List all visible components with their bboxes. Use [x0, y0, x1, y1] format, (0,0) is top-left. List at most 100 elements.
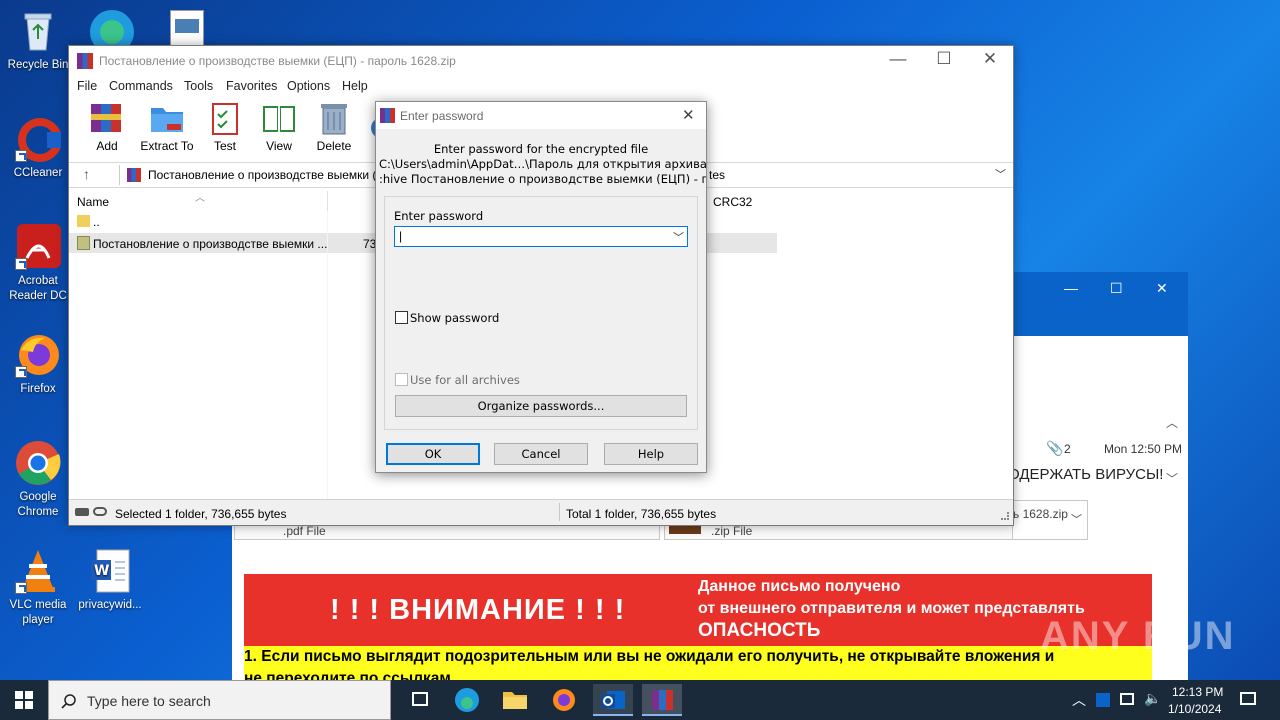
add-button[interactable]: Add — [77, 100, 137, 153]
network-icon[interactable] — [1120, 693, 1134, 705]
archive-icon — [127, 168, 141, 182]
up-arrow-icon[interactable]: ↑ — [83, 166, 90, 182]
extract-to-label: Extract To — [140, 139, 194, 153]
desktop-icon-label: CCleaner — [13, 167, 63, 179]
menu-file[interactable]: File — [77, 79, 97, 93]
vlc-icon — [15, 548, 61, 594]
firefox-taskbar-icon[interactable] — [544, 684, 584, 716]
show-password-label[interactable]: Show password — [410, 311, 499, 325]
acrobat-icon — [15, 224, 61, 270]
close-icon[interactable]: ✕ — [967, 49, 1013, 69]
folder-icon — [77, 215, 90, 227]
outlook-tray-icon[interactable] — [1096, 693, 1110, 707]
outlook-title-bar[interactable]: — ☐ ✕ — [1012, 272, 1188, 336]
clipboard-check-icon — [207, 100, 243, 136]
use-for-all-archives-label[interactable]: Use for all archives — [410, 373, 520, 387]
notifications-icon[interactable] — [1240, 692, 1256, 705]
start-button[interactable] — [0, 680, 48, 720]
chevron-down-icon[interactable]: ﹀ — [1071, 511, 1082, 527]
help-button[interactable]: Help — [604, 443, 698, 465]
resize-grip-icon[interactable] — [1001, 512, 1009, 520]
desktop-icon-ccleaner[interactable]: CCleaner — [0, 116, 76, 181]
column-crc32[interactable]: CRC32 — [713, 195, 752, 209]
svg-text:W: W — [94, 563, 109, 579]
dialog-title-bar[interactable]: Enter password ✕ — [376, 102, 706, 129]
organize-passwords-button[interactable]: Organize passwords... — [395, 395, 687, 417]
desktop-icon-label: VLC media player — [9, 599, 67, 626]
desktop-icon-word-doc[interactable]: W privacywid... — [72, 548, 148, 613]
password-input-value: | — [399, 229, 403, 243]
password-file-path: C:\Users\admin\AppDat…\Пароль для открыт… — [379, 157, 709, 171]
winrar-title-bar[interactable]: Постановление о производстве выемки (ЕЦП… — [69, 46, 1013, 76]
chevron-down-icon[interactable]: ﹀ — [995, 166, 1006, 182]
edge-taskbar-icon[interactable] — [447, 684, 487, 716]
menu-favorites[interactable]: Favorites — [226, 79, 277, 93]
menu-commands[interactable]: Commands — [109, 79, 173, 93]
view-button[interactable]: View — [249, 100, 309, 153]
list-item-name: .. — [93, 215, 100, 229]
enter-password-dialog[interactable]: Enter password ✕ Enter password for the … — [375, 101, 709, 473]
external-sender-warning: ! ! ! ВНИМАНИЕ ! ! ! Данное письмо получ… — [244, 574, 1152, 692]
warning-title: ! ! ! ВНИМАНИЕ ! ! ! — [330, 594, 626, 626]
list-item-name: Постановление о производстве выемки ... — [93, 237, 328, 251]
delete-button[interactable]: Delete — [304, 100, 364, 153]
password-input[interactable]: | ﹀ — [394, 226, 688, 247]
taskbar: Type here to search ︿ 🔈 12:13 PM 1/10/20… — [0, 680, 1280, 720]
collapse-ribbon-icon[interactable]: ︿ — [1166, 414, 1178, 431]
desktop-icon-label: Firefox — [20, 383, 56, 395]
volume-icon[interactable]: 🔈 — [1144, 690, 1161, 707]
attachment-type: .pdf File — [283, 524, 326, 538]
attachment-name: ь 1628.zip — [1013, 507, 1068, 521]
clock-date[interactable]: 1/10/2024 — [1168, 702, 1221, 716]
expand-header-icon[interactable]: ﹀ — [1166, 470, 1178, 487]
desktop-icon-firefox[interactable]: Firefox — [0, 332, 76, 397]
desktop-icon-recycle-bin[interactable]: Recycle Bin — [0, 8, 76, 73]
menu-help[interactable]: Help — [342, 79, 368, 93]
desktop-icon-acrobat[interactable]: Acrobat Reader DC — [0, 224, 76, 304]
close-icon[interactable]: ✕ — [682, 106, 695, 124]
desktop-icon-chrome[interactable]: Google Chrome — [0, 440, 76, 520]
show-password-checkbox[interactable] — [395, 311, 408, 324]
status-divider — [559, 503, 560, 521]
minimize-icon[interactable]: — — [1064, 280, 1078, 296]
drive-icon — [75, 508, 89, 516]
warning-rule-1: 1. Если письмо выглядит подозрительным и… — [244, 648, 1055, 665]
warning-red-banner: ! ! ! ВНИМАНИЕ ! ! ! Данное письмо получ… — [244, 574, 1152, 646]
attachment-zip-name[interactable]: ь 1628.zip ﹀ — [1012, 500, 1088, 540]
list-item[interactable]: .. — [69, 211, 327, 231]
menu-options[interactable]: Options — [287, 79, 330, 93]
key-icon — [93, 507, 107, 516]
show-hidden-icons[interactable]: ︿ — [1072, 690, 1086, 710]
column-name[interactable]: Name — [77, 195, 109, 209]
close-icon[interactable]: ✕ — [1156, 280, 1168, 297]
message-time: Mon 12:50 PM — [1104, 442, 1183, 456]
edge-desktop-icon[interactable] — [88, 6, 136, 54]
address-path: Постановление о производстве выемки ( — [148, 168, 377, 182]
extract-to-button[interactable]: Extract To — [135, 100, 199, 153]
status-selected: Selected 1 folder, 736,655 bytes — [115, 507, 287, 521]
maximize-icon[interactable]: ☐ — [921, 49, 967, 69]
test-button[interactable]: Test — [195, 100, 255, 153]
add-label: Add — [96, 139, 118, 153]
winrar-taskbar-icon[interactable] — [642, 684, 682, 716]
address-path-suffix: tes — [709, 168, 726, 182]
chevron-down-icon[interactable]: ﹀ — [673, 229, 684, 245]
cancel-button[interactable]: Cancel — [494, 443, 588, 465]
desktop-icon-vlc[interactable]: VLC media player — [0, 548, 76, 628]
use-for-all-archives-checkbox[interactable] — [395, 373, 408, 386]
ok-button[interactable]: OK — [386, 443, 480, 465]
maximize-icon[interactable]: ☐ — [1110, 280, 1123, 297]
chrome-icon — [15, 440, 61, 486]
sort-up-icon: ︿ — [195, 193, 205, 204]
task-view-icon[interactable] — [400, 684, 440, 716]
taskbar-search[interactable]: Type here to search — [48, 680, 391, 720]
menu-tools[interactable]: Tools — [184, 79, 213, 93]
minimize-icon[interactable]: — — [875, 49, 921, 69]
outlook-taskbar-icon[interactable] — [593, 684, 633, 716]
clock-time[interactable]: 12:13 PM — [1172, 685, 1223, 699]
image-file-desktop-icon[interactable] — [170, 10, 204, 46]
word-document-icon: W — [87, 548, 133, 594]
file-explorer-icon[interactable] — [495, 684, 535, 716]
search-placeholder: Type here to search — [87, 693, 211, 709]
attachment-type: .zip File — [711, 524, 753, 538]
